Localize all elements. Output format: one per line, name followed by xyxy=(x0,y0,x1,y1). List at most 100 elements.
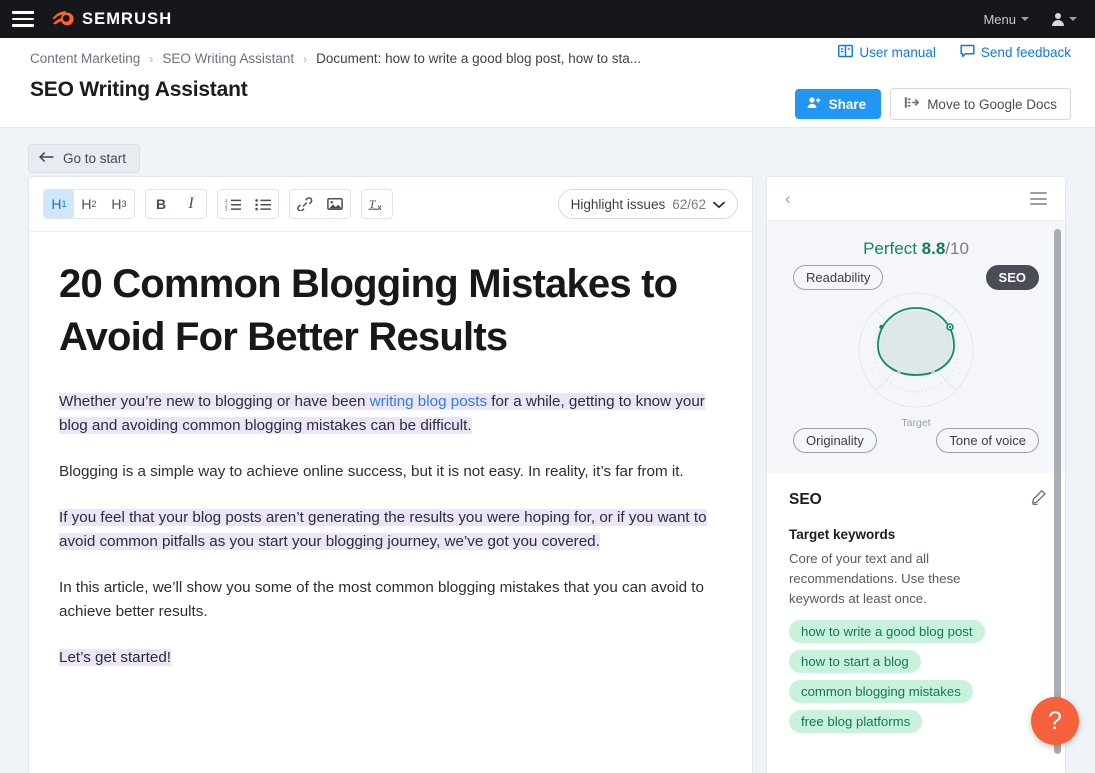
overall-score: Perfect 8.8/10 xyxy=(767,239,1065,259)
target-keywords-heading: Target keywords xyxy=(789,527,896,542)
highlight-issues-dropdown[interactable]: Highlight issues 62/62 xyxy=(557,189,738,219)
insert-group xyxy=(289,189,351,219)
account-dropdown[interactable] xyxy=(1051,12,1077,26)
document-heading: 20 Common Blogging Mistakes to Avoid For… xyxy=(59,262,678,360)
side-panel-scrollbar[interactable] xyxy=(1054,229,1061,754)
svg-text:x: x xyxy=(377,203,382,212)
breadcrumb-item-document: Document: how to write a good blog post,… xyxy=(316,51,642,66)
menu-label: Menu xyxy=(983,11,1016,27)
document-body[interactable]: 20 Common Blogging Mistakes to Avoid For… xyxy=(29,232,752,773)
metric-pill-seo[interactable]: SEO xyxy=(985,265,1039,290)
target-keywords-description: Core of your text and all recommendation… xyxy=(789,551,961,606)
move-to-google-docs-button[interactable]: Move to Google Docs xyxy=(890,88,1071,120)
menu-dropdown[interactable]: Menu xyxy=(983,12,1029,27)
document-paragraph: In this article, we’ll show you some of … xyxy=(59,576,722,624)
paragraph-text: Whether you’re new to blogging or have b… xyxy=(59,393,370,411)
add-user-icon xyxy=(807,96,822,112)
send-feedback-label: Send feedback xyxy=(980,45,1071,60)
heading-2-sub: 2 xyxy=(91,199,97,209)
highlight-issues-count: 62/62 xyxy=(672,196,706,212)
link-button[interactable] xyxy=(290,190,320,218)
analysis-side-panel: ‹ Perfect 8.8/10 Readability SEO Origina… xyxy=(766,176,1066,773)
export-arrow-icon xyxy=(904,96,920,112)
book-icon xyxy=(838,44,854,61)
user-manual-link[interactable]: User manual xyxy=(838,44,936,61)
page-header: Content Marketing › SEO Writing Assistan… xyxy=(0,38,1095,128)
highlighted-sentence: Whether you’re new to blogging or have b… xyxy=(59,393,705,435)
bold-button[interactable]: B xyxy=(146,190,176,218)
side-panel-header: ‹ xyxy=(767,177,1065,221)
pencil-icon[interactable] xyxy=(1030,489,1047,511)
breadcrumb-item-seo-writing-assistant[interactable]: SEO Writing Assistant xyxy=(162,51,294,66)
document-paragraph: Blogging is a simple way to achieve onli… xyxy=(59,460,722,484)
arrow-left-icon xyxy=(38,151,55,166)
seo-recommendations-block: SEO Target keywords Core of your text an… xyxy=(767,473,1065,734)
chevron-down-icon xyxy=(1069,17,1077,21)
target-keywords-list: how to write a good blog post how to sta… xyxy=(789,620,1047,734)
editor-toolbar: H1 H2 H3 B I 123 T x Highlight issues 62… xyxy=(29,177,752,232)
radar-target-label: Target xyxy=(901,417,931,429)
semrush-comet-icon xyxy=(52,10,74,28)
top-navigation-bar: SEMRUSH Menu xyxy=(0,0,1095,38)
semrush-logo[interactable]: SEMRUSH xyxy=(52,10,172,29)
italic-button[interactable]: I xyxy=(176,190,206,218)
score-summary-block: Perfect 8.8/10 Readability SEO Originali… xyxy=(767,221,1065,473)
clear-format-group: Tx xyxy=(361,189,393,219)
heading-2-button[interactable]: H2 xyxy=(74,190,104,218)
share-button[interactable]: Share xyxy=(794,89,882,119)
user-manual-label: User manual xyxy=(859,45,936,60)
workspace: Go to start H1 H2 H3 B I 123 T x Highlig… xyxy=(0,128,1095,773)
radar-chart-area: Readability SEO Originality Tone of voic… xyxy=(767,265,1065,455)
document-paragraph: If you feel that your blog posts aren’t … xyxy=(59,506,722,554)
highlighted-sentence: Let’s get started! xyxy=(59,649,172,667)
help-button[interactable]: ? xyxy=(1031,697,1079,745)
keyword-chip[interactable]: free blog platforms xyxy=(789,710,923,734)
score-value: 8.8 xyxy=(921,239,946,258)
metric-pill-originality[interactable]: Originality xyxy=(793,428,877,453)
breadcrumb-separator-icon: › xyxy=(303,51,308,66)
document-paragraph: Let’s get started! xyxy=(59,646,722,670)
document-editor-card: H1 H2 H3 B I 123 T x Highlight issues 62… xyxy=(28,176,753,773)
chevron-down-icon xyxy=(713,197,725,212)
main-menu-hamburger-icon[interactable] xyxy=(12,11,34,27)
header-action-buttons: Share Move to Google Docs xyxy=(794,88,1071,120)
metric-pill-tone-of-voice[interactable]: Tone of voice xyxy=(936,428,1039,453)
seo-section-header: SEO xyxy=(789,489,1047,511)
go-to-start-label: Go to start xyxy=(63,151,127,166)
highlight-issues-label: Highlight issues xyxy=(570,196,666,212)
user-icon xyxy=(1051,12,1064,26)
chevron-down-icon xyxy=(1021,17,1029,21)
header-help-links: User manual Send feedback xyxy=(838,44,1071,61)
metric-pill-readability[interactable]: Readability xyxy=(793,265,884,290)
bullet-list-button[interactable] xyxy=(248,190,278,218)
image-button[interactable] xyxy=(320,190,350,218)
heading-button-group: H1 H2 H3 xyxy=(43,189,135,219)
semrush-wordmark: SEMRUSH xyxy=(82,9,173,28)
keyword-chip[interactable]: how to start a blog xyxy=(789,650,921,674)
clear-formatting-button[interactable]: Tx xyxy=(362,190,392,218)
svg-text:3: 3 xyxy=(225,207,228,211)
paragraph-text: Blogging is a simple way to achieve onli… xyxy=(59,463,684,481)
list-group: 123 xyxy=(217,189,279,219)
score-word: Perfect xyxy=(863,239,917,258)
move-to-google-docs-label: Move to Google Docs xyxy=(927,96,1057,112)
keyword-chip[interactable]: how to write a good blog post xyxy=(789,620,985,644)
inline-link-writing-blog-posts[interactable]: writing blog posts xyxy=(370,393,487,410)
paragraph-text: In this article, we’ll show you some of … xyxy=(59,579,704,621)
score-max: /10 xyxy=(945,239,969,258)
text-style-group: B I xyxy=(145,189,207,219)
seo-section-title: SEO xyxy=(789,491,822,508)
go-to-start-button[interactable]: Go to start xyxy=(28,144,141,173)
breadcrumb-item-content-marketing[interactable]: Content Marketing xyxy=(30,51,140,66)
breadcrumb-separator-icon: › xyxy=(149,51,154,66)
topnav-right-group: Menu xyxy=(983,12,1077,27)
heading-3-button[interactable]: H3 xyxy=(104,190,134,218)
heading-1-button[interactable]: H1 xyxy=(44,190,74,218)
ordered-list-button[interactable]: 123 xyxy=(218,190,248,218)
send-feedback-link[interactable]: Send feedback xyxy=(960,44,1071,61)
chevron-left-icon[interactable]: ‹ xyxy=(785,190,791,207)
document-paragraph: Whether you’re new to blogging or have b… xyxy=(59,390,722,438)
keyword-chip[interactable]: common blogging mistakes xyxy=(789,680,973,704)
side-panel-hamburger-icon[interactable] xyxy=(1030,192,1047,205)
radar-chart xyxy=(858,292,974,408)
